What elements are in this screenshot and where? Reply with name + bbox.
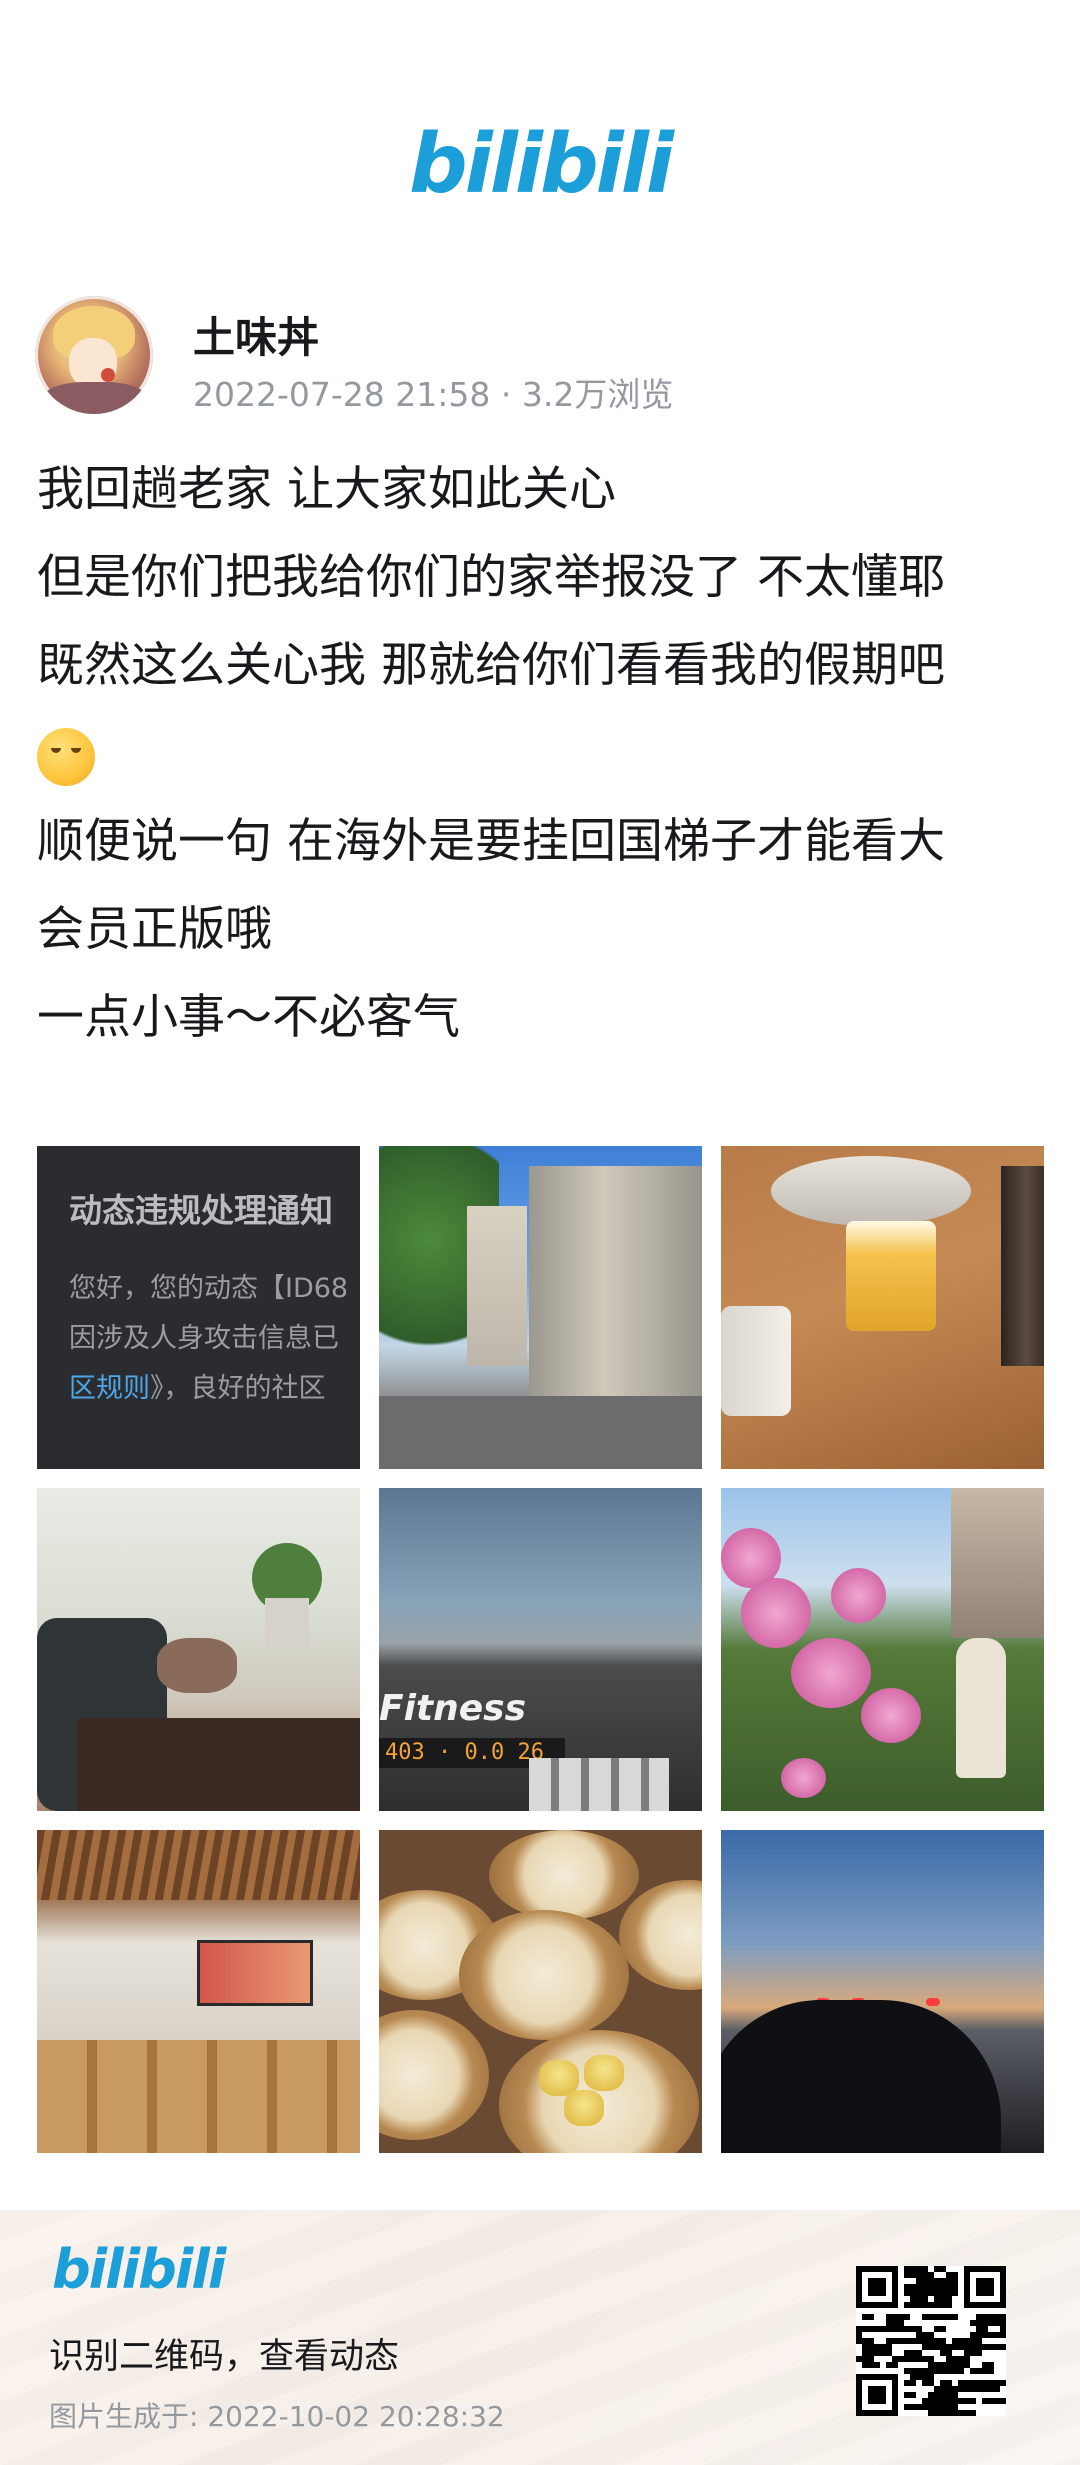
image-restaurant[interactable]	[37, 1830, 360, 2153]
notice-line-1: 您好，您的动态【ID68	[69, 1273, 349, 1304]
author-name[interactable]: 土味丼	[193, 304, 319, 365]
bilibili-logo-text: bilibili	[408, 117, 674, 212]
footer-bilibili-logo: bilibili	[52, 2238, 226, 2301]
image-dim-sum[interactable]	[379, 1830, 702, 2153]
notice-title: 动态违规处理通知	[69, 1191, 333, 1230]
share-footer: bilibili 识别二维码，查看动态 图片生成于: 2022-10-02 20…	[0, 2210, 1080, 2465]
notice-line-3: 》，良好的社区	[150, 1373, 326, 1404]
image-treadmill[interactable]: Fitness 403 · 0.0 26	[379, 1488, 702, 1811]
notice-link: 区规则	[69, 1373, 150, 1404]
post-content: 我回趟老家 让大家如此关心 但是你们把我给你们的家举报没了 不太懂耶 既然这么关…	[37, 446, 1047, 1062]
image-violation-notice[interactable]: 动态违规处理通知 您好，您的动态【ID68 因涉及人身攻击信息已 区规则》，良好…	[37, 1146, 360, 1469]
image-grid: 动态违规处理通知 您好，您的动态【ID68 因涉及人身攻击信息已 区规则》，良好…	[37, 1146, 1044, 2153]
gym-brand-text: Fitness	[379, 1688, 527, 1729]
bilibili-logo: bilibili	[0, 120, 1080, 210]
image-beer-table[interactable]	[721, 1146, 1044, 1469]
post-line: 但是你们把我给你们的家举报没了 不太懂耶	[37, 550, 945, 605]
post-line: 顺便说一句 在海外是要挂回国梯子才能看大	[37, 814, 945, 869]
image-dusk-traffic[interactable]	[721, 1830, 1044, 2153]
meta-separator: ·	[490, 375, 522, 414]
scan-qr-hint: 识别二维码，查看动态	[49, 2337, 400, 2377]
post-line: 一点小事～不必客气	[37, 990, 460, 1045]
generated-time: 图片生成于: 2022-10-02 20:28:32	[49, 2400, 505, 2433]
post-line: 我回趟老家 让大家如此关心	[37, 462, 616, 517]
image-living-room[interactable]	[37, 1488, 360, 1811]
view-count: 3.2万浏览	[521, 375, 674, 414]
image-building[interactable]	[379, 1146, 702, 1469]
post-line: 会员正版哦	[37, 902, 272, 957]
image-hydrangea[interactable]	[721, 1488, 1044, 1811]
notice-body: 您好，您的动态【ID68 因涉及人身攻击信息已 区规则》，良好的社区	[69, 1264, 348, 1414]
post-line: 既然这么关心我 那就给你们看看我的假期吧	[37, 638, 945, 693]
post-date: 2022-07-28 21:58	[193, 375, 491, 414]
emoji-line	[37, 710, 1047, 798]
post-meta: 2022-07-28 21:58 · 3.2万浏览	[193, 368, 673, 416]
notice-line-2: 因涉及人身攻击信息已	[69, 1323, 339, 1354]
author-section: 土味丼 2022-07-28 21:58 · 3.2万浏览	[35, 296, 1035, 416]
pray-emoji-icon	[37, 727, 95, 786]
qr-code[interactable]	[856, 2266, 1006, 2416]
avatar[interactable]	[35, 296, 153, 414]
